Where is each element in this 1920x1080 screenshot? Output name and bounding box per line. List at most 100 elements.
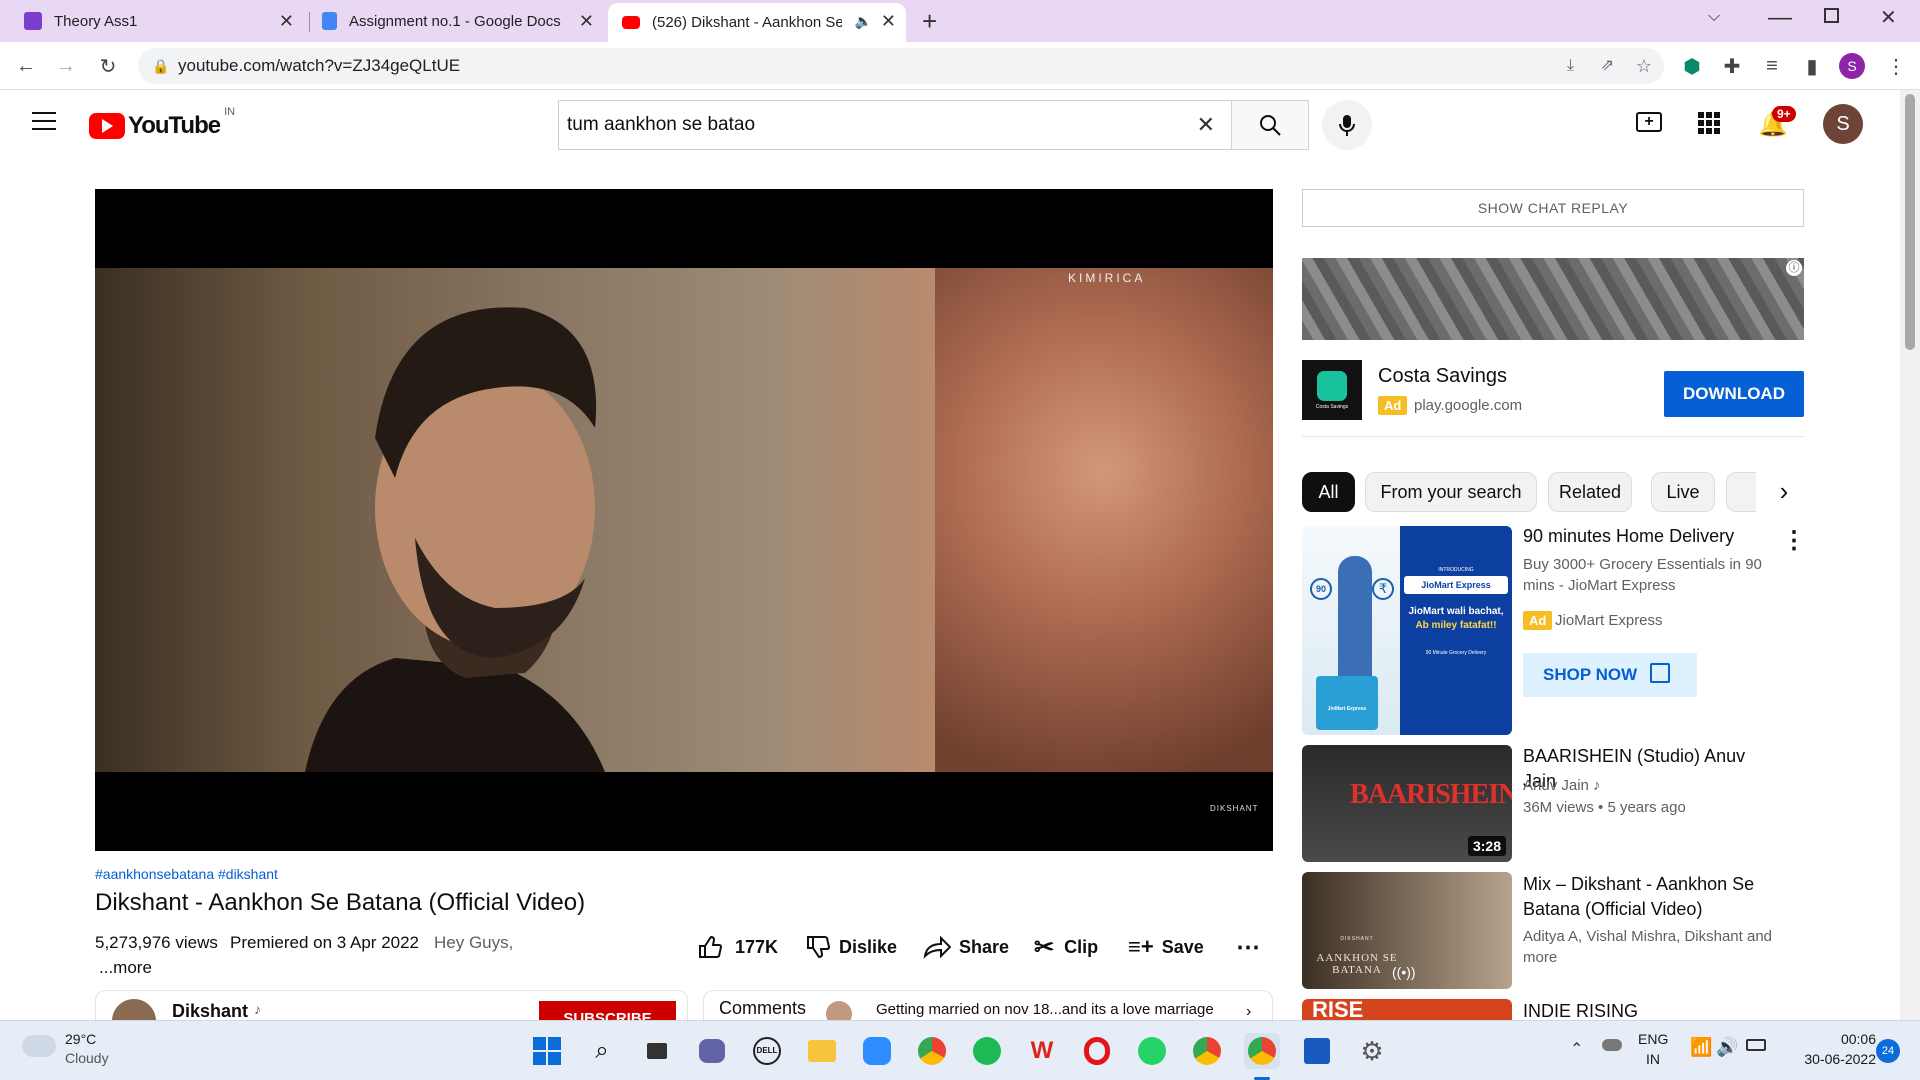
input-language[interactable]: ENG	[1638, 1031, 1668, 1047]
clock-time[interactable]: 00:06	[1820, 1031, 1876, 1047]
save-button[interactable]: ≡+ Save	[1128, 929, 1204, 965]
ad-banner-image[interactable]	[1302, 258, 1804, 340]
extensions-puzzle-icon[interactable]: ✚	[1714, 48, 1750, 84]
speaker-icon[interactable]: 🔈	[855, 13, 872, 30]
description-more-link[interactable]: ...more	[99, 958, 152, 978]
chrome-profile-2-icon[interactable]	[1189, 1033, 1225, 1069]
promo-menu-icon[interactable]: ⋮	[1782, 526, 1806, 555]
window-close-icon[interactable]: ✕	[1880, 5, 1897, 30]
search-button[interactable]	[1231, 100, 1309, 150]
chips-next-icon[interactable]: ›	[1764, 472, 1804, 512]
word-icon[interactable]	[1299, 1033, 1335, 1069]
minimize-icon[interactable]: —	[1768, 4, 1792, 32]
promo-title[interactable]: 90 minutes Home Delivery	[1523, 524, 1783, 549]
video-thumbnail[interactable]: BAARISHEIN 3:28	[1302, 745, 1512, 862]
weather-temp[interactable]: 29°C	[65, 1031, 96, 1047]
indie-title[interactable]: INDIE RISING	[1523, 999, 1783, 1020]
dislike-button[interactable]: Dislike	[805, 929, 897, 965]
wifi-icon[interactable]: 📶	[1690, 1037, 1712, 1058]
zoom-icon[interactable]	[859, 1033, 895, 1069]
notification-center-badge[interactable]: 24	[1876, 1039, 1900, 1063]
share-button[interactable]: Share	[923, 929, 1009, 965]
opera-icon[interactable]	[1079, 1033, 1115, 1069]
bookmark-star-icon[interactable]: ☆	[1636, 48, 1652, 84]
install-icon[interactable]: ⤓	[1567, 48, 1574, 84]
restore-icon[interactable]	[1824, 8, 1839, 23]
create-video-icon[interactable]: +	[1636, 112, 1662, 132]
chrome-icon[interactable]	[914, 1033, 950, 1069]
search-input[interactable]: tum aankhon se batao ✕	[558, 100, 1232, 150]
address-bar[interactable]: 🔒 youtube.com/watch?v=ZJ34geQLtUE ⤓ ⇗ ☆	[138, 48, 1664, 84]
volume-icon[interactable]: 🔊	[1716, 1037, 1738, 1058]
promo-thumbnail[interactable]: 90 ₹ JioMart Express INTRODUCING JioMart…	[1302, 526, 1512, 735]
tab-google-docs[interactable]: Assignment no.1 - Google Docs ✕	[312, 0, 604, 42]
onedrive-cloud-icon[interactable]	[1602, 1039, 1622, 1051]
mix-title[interactable]: Mix – Dikshant - Aankhon Se Batana (Offi…	[1523, 872, 1773, 922]
back-icon[interactable]: ←	[8, 48, 44, 84]
extension-green-icon[interactable]: ⬢	[1674, 48, 1710, 84]
costa-savings-app-icon[interactable]: Costa Savings	[1302, 360, 1362, 420]
chrome-menu-icon[interactable]: ⋮	[1878, 48, 1914, 84]
task-view-icon[interactable]	[639, 1033, 675, 1069]
apps-grid-icon[interactable]	[1698, 112, 1720, 134]
windows-start-icon[interactable]	[529, 1033, 565, 1069]
media-control-icon[interactable]: ≡	[1754, 48, 1790, 84]
tray-overflow-icon[interactable]: ⌃	[1570, 1039, 1583, 1059]
chip-live[interactable]: Live	[1651, 472, 1715, 512]
share-page-icon[interactable]: ⇗	[1601, 48, 1614, 84]
download-button[interactable]: DOWNLOAD	[1664, 371, 1804, 417]
ad-title[interactable]: Costa Savings	[1378, 365, 1507, 388]
chrome-active-icon[interactable]	[1244, 1033, 1280, 1069]
indie-thumbnail[interactable]: RISE	[1302, 999, 1512, 1020]
close-tab-icon[interactable]: ✕	[881, 11, 896, 32]
account-avatar[interactable]: S	[1823, 104, 1863, 144]
clip-button[interactable]: ✂ Clip	[1034, 929, 1098, 965]
scrollbar-thumb[interactable]	[1905, 94, 1915, 350]
settings-gear-icon[interactable]: ⚙	[1354, 1033, 1390, 1069]
like-button[interactable]: 177K	[697, 929, 778, 965]
tab-search-icon[interactable]: ⌵	[1708, 8, 1720, 26]
close-tab-icon[interactable]: ✕	[279, 11, 294, 32]
comments-teaser[interactable]: Comments Getting married on nov 18...and…	[703, 990, 1273, 1020]
channel-name: Anuv Jain	[1523, 777, 1589, 794]
chip-related[interactable]: Related	[1548, 472, 1632, 512]
ad-info-icon[interactable]: ⓘ	[1786, 260, 1802, 276]
reload-icon[interactable]: ↻	[90, 48, 126, 84]
new-tab-icon[interactable]: +	[922, 6, 937, 37]
channel-name[interactable]: Dikshant	[172, 1001, 248, 1020]
youtube-logo[interactable]: YouTube IN	[89, 106, 235, 140]
lock-icon[interactable]: 🔒	[152, 48, 169, 84]
more-actions-icon[interactable]: ⋯	[1236, 929, 1260, 965]
dell-icon[interactable]: DELL	[749, 1033, 785, 1069]
clear-search-icon[interactable]: ✕	[1197, 101, 1215, 149]
chip-from-your-search[interactable]: From your search	[1365, 472, 1537, 512]
tab-theory-ass1[interactable]: Theory Ass1 ✕	[14, 0, 304, 42]
expand-comments-icon: ›	[1246, 1003, 1252, 1020]
side-panel-icon[interactable]: ▮	[1794, 48, 1830, 84]
hamburger-menu-icon[interactable]	[32, 112, 56, 130]
search-taskbar-icon[interactable]: ⌕	[584, 1033, 620, 1069]
channel-avatar[interactable]	[112, 999, 156, 1020]
video-channel[interactable]: Anuv Jain ♪	[1523, 775, 1601, 796]
whatsapp-icon[interactable]	[1134, 1033, 1170, 1069]
battery-icon[interactable]	[1746, 1039, 1766, 1051]
shop-now-button[interactable]: SHOP NOW	[1523, 653, 1697, 697]
cloud-weather-icon[interactable]	[22, 1035, 56, 1057]
video-hashtags[interactable]: #aankhonsebatana #dikshant	[95, 866, 278, 882]
mix-thumbnail[interactable]: AANKHON SE BATANA DIKSHANT ((•))	[1302, 872, 1512, 989]
file-explorer-icon[interactable]	[804, 1033, 840, 1069]
subscribe-button[interactable]: SUBSCRIBE	[539, 1001, 676, 1020]
show-chat-replay-button[interactable]: SHOW CHAT REPLAY	[1302, 189, 1804, 227]
wps-office-icon[interactable]: W	[1024, 1033, 1060, 1069]
chip-all[interactable]: All	[1302, 472, 1355, 512]
tab-title: (526) Dikshant - Aankhon Se	[652, 14, 842, 31]
voice-search-button[interactable]	[1322, 100, 1372, 150]
forward-icon[interactable]: →	[48, 48, 84, 84]
spotify-icon[interactable]	[969, 1033, 1005, 1069]
chrome-profile-avatar[interactable]: S	[1839, 53, 1865, 79]
close-tab-icon[interactable]: ✕	[579, 11, 594, 32]
video-player[interactable]: KIMIRICA DIKSHANT	[95, 189, 1273, 851]
teams-chat-icon[interactable]	[694, 1033, 730, 1069]
chip-partial[interactable]	[1726, 472, 1756, 512]
tab-youtube-active[interactable]: (526) Dikshant - Aankhon Se 🔈 ✕	[608, 3, 906, 42]
